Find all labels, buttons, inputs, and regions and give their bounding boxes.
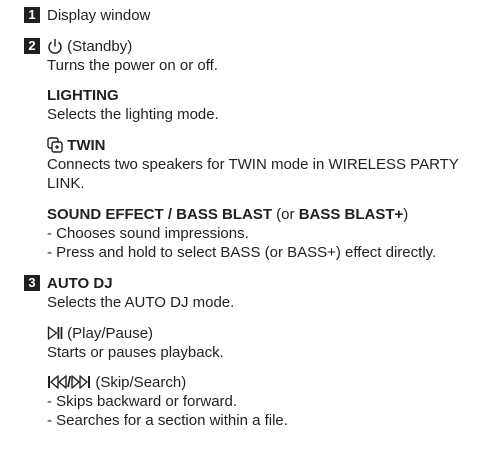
- skip-search-heading: / (Skip/Search): [47, 373, 475, 392]
- standby-description: Turns the power on or off.: [47, 57, 218, 74]
- bass-blast-plus-title: BASS BLAST+: [298, 206, 404, 223]
- play-pause-icon: [47, 325, 63, 341]
- number-badge-3: 3: [24, 275, 40, 291]
- skip-search-label: (Skip/Search): [95, 374, 187, 391]
- sound-effect-close-paren: ): [403, 206, 409, 223]
- auto-dj-description: Selects the AUTO DJ mode.: [47, 294, 235, 311]
- auto-dj-title: AUTO DJ: [47, 275, 113, 292]
- number-badge-1: 1: [24, 7, 40, 23]
- item-display-window: 1 Display window: [24, 6, 150, 25]
- standby-label: (Standby): [67, 38, 133, 55]
- item-auto-dj: 3 AUTO DJ: [24, 274, 113, 293]
- twin-heading: TWIN: [47, 136, 475, 155]
- sound-effect-description-1: - Chooses sound impressions.: [47, 225, 249, 242]
- skip-forward-icon: [71, 374, 91, 390]
- lighting-description: Selects the lighting mode.: [47, 106, 219, 123]
- twin-description-line-2: LINK.: [47, 175, 85, 192]
- power-icon: [47, 38, 63, 55]
- play-pause-heading: (Play/Pause): [47, 324, 475, 343]
- display-window-label: Display window: [47, 7, 151, 24]
- play-pause-label: (Play/Pause): [67, 325, 154, 342]
- sound-effect-heading: SOUND EFFECT / BASS BLAST (or BASS BLAST…: [47, 205, 475, 224]
- skip-description-2: - Searches for a section within a file.: [47, 412, 288, 429]
- sound-effect-or: (or: [272, 206, 299, 223]
- number-badge-2: 2: [24, 38, 40, 54]
- skip-back-icon: [47, 374, 67, 390]
- sound-effect-description-2: - Press and hold to select BASS (or BASS…: [47, 244, 437, 261]
- twin-icon: [47, 137, 63, 153]
- twin-description-line-1: Connects two speakers for TWIN mode in W…: [47, 156, 459, 173]
- sound-effect-title: SOUND EFFECT / BASS BLAST: [47, 206, 273, 223]
- lighting-title: LIGHTING: [47, 87, 119, 104]
- item-standby: 2 (Standby): [24, 37, 132, 56]
- twin-title: TWIN: [67, 137, 106, 154]
- play-pause-description: Starts or pauses playback.: [47, 344, 224, 361]
- skip-description-1: - Skips backward or forward.: [47, 393, 238, 410]
